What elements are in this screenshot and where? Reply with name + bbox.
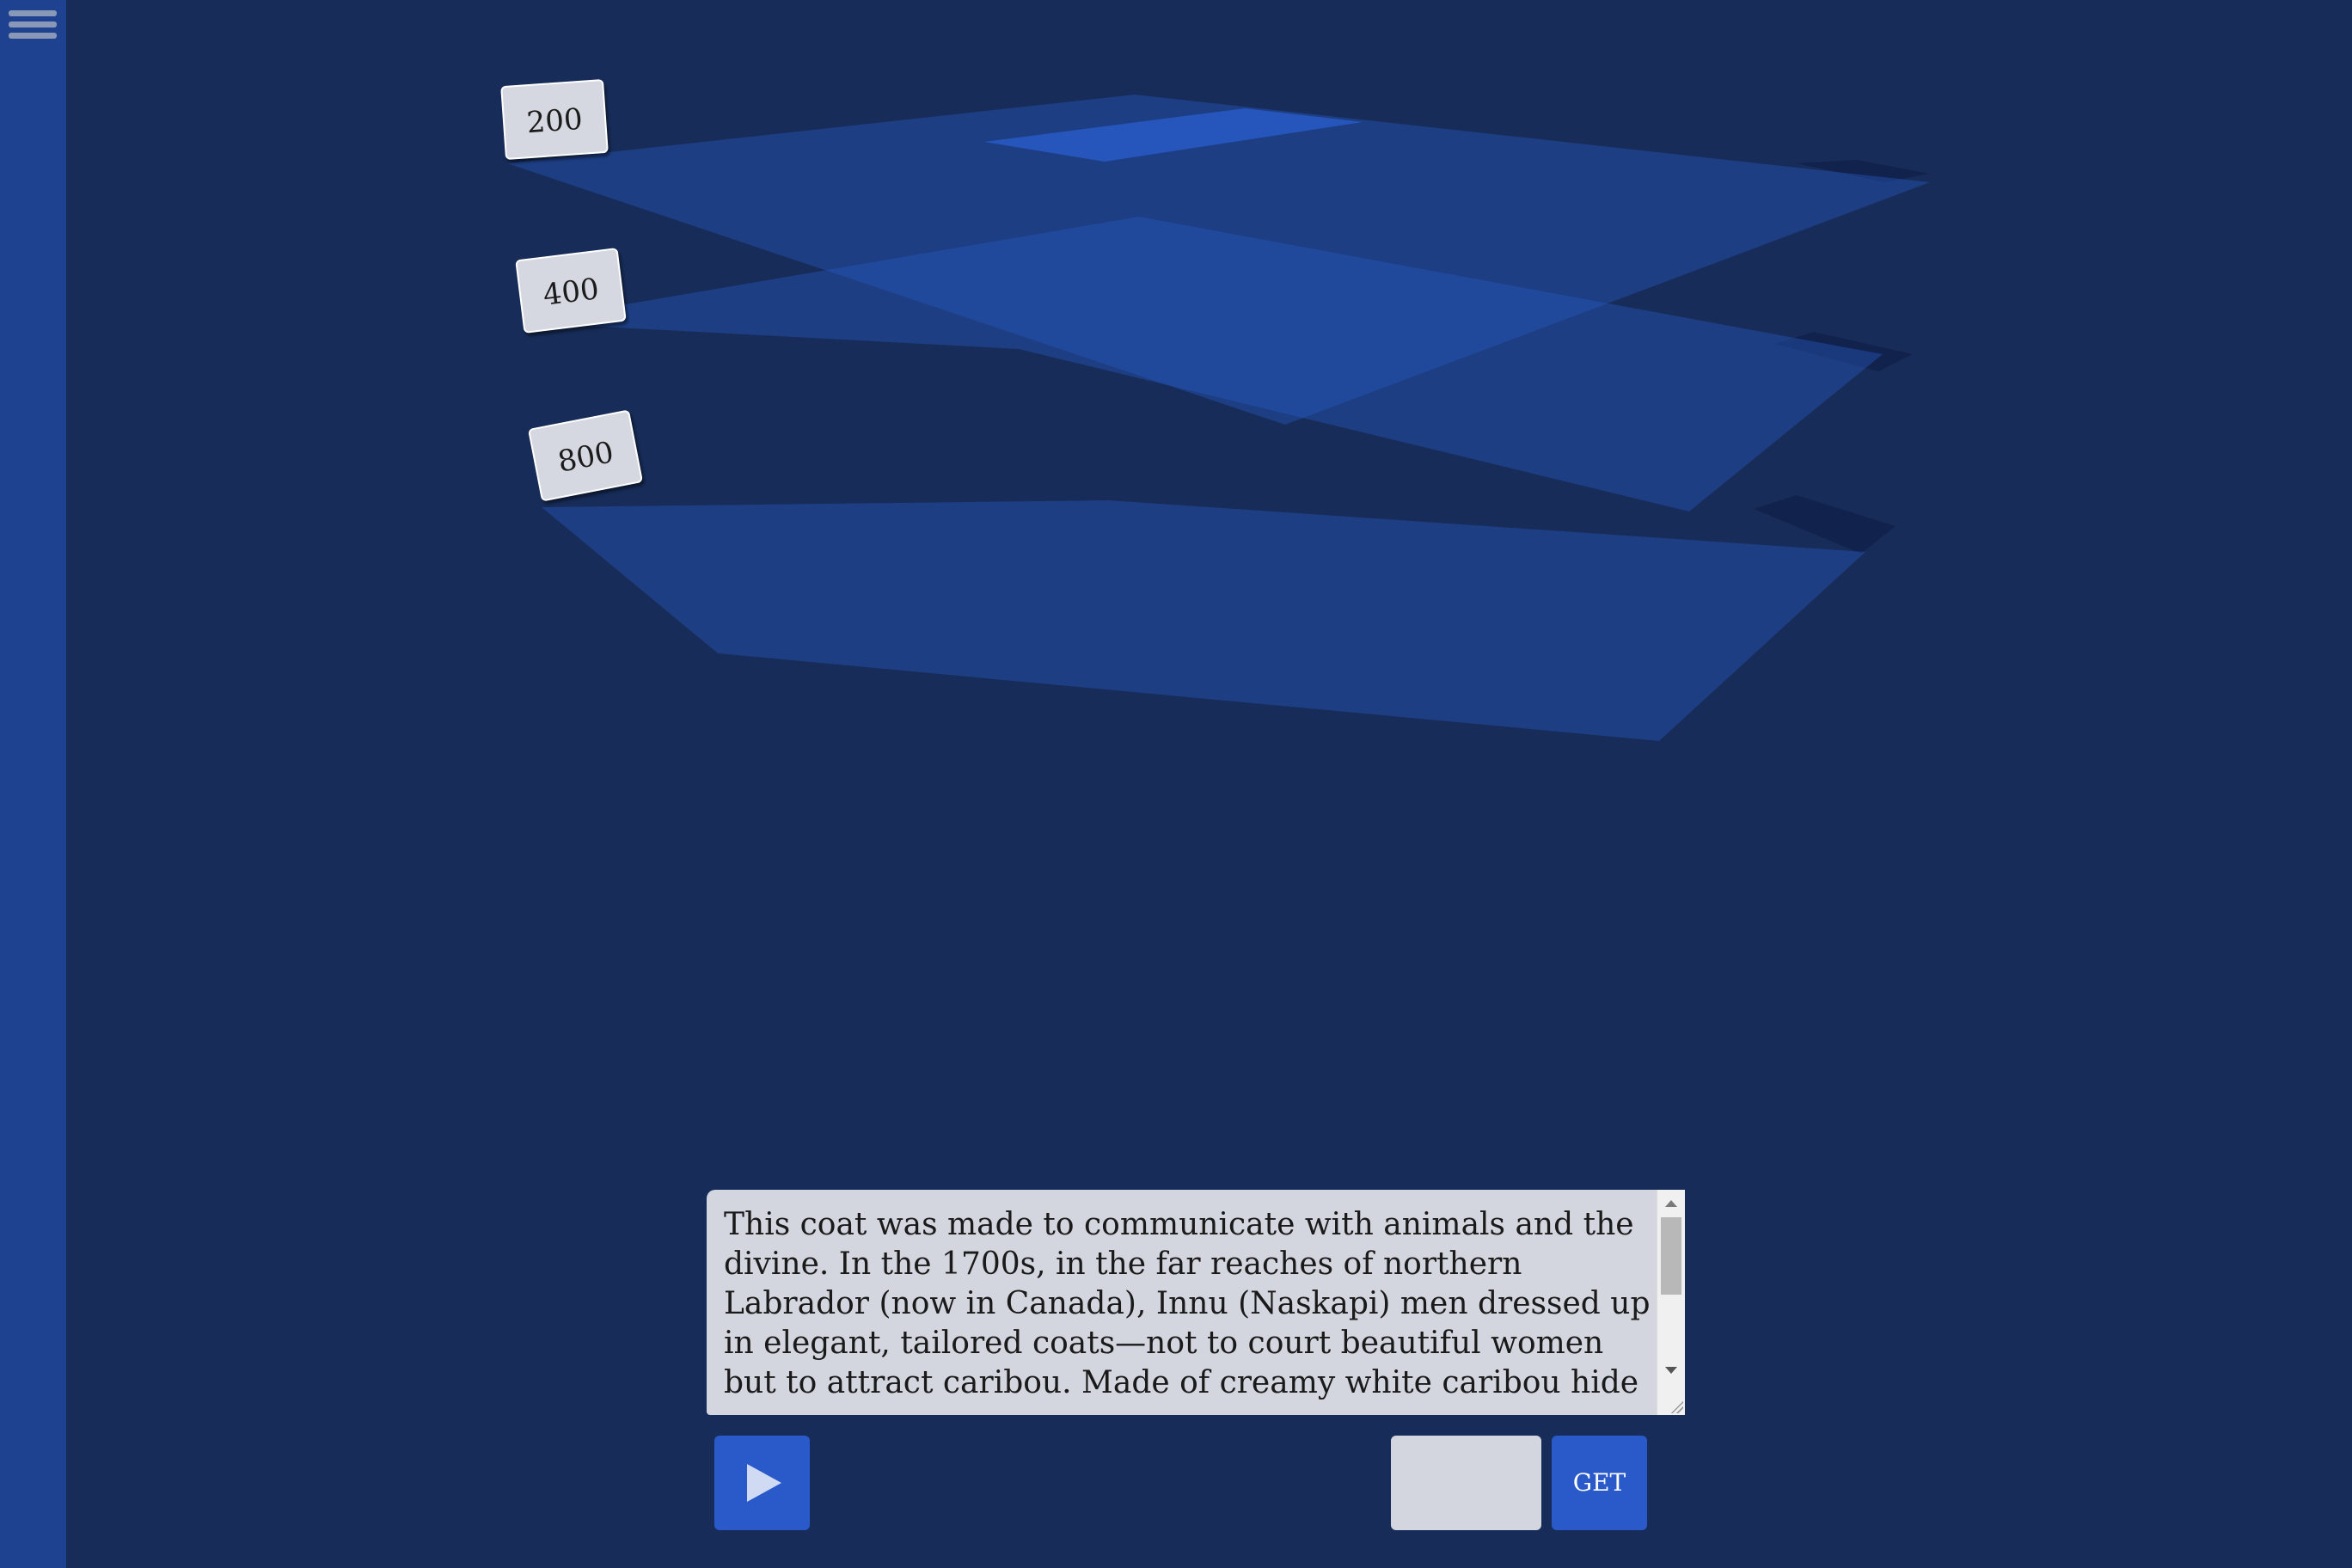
level-tag-400[interactable]: 400 [515,248,627,334]
play-button[interactable] [714,1436,810,1530]
scroll-up-arrow-icon[interactable] [1665,1200,1677,1207]
scroll-down-arrow-icon[interactable] [1665,1367,1677,1374]
scroll-thumb[interactable] [1661,1217,1681,1295]
level-tag-200[interactable]: 200 [500,78,609,161]
plane-shadow [1754,495,1896,554]
floor-planes-scene [507,95,1930,741]
code-input[interactable] [1391,1436,1541,1530]
get-button[interactable]: GET [1552,1436,1647,1530]
description-text: This coat was made to communicate with a… [724,1207,1651,1400]
play-icon [747,1464,781,1502]
description-scrollbar[interactable] [1657,1190,1685,1415]
resize-grip-icon[interactable] [1669,1400,1683,1413]
description-textarea[interactable]: This coat was made to communicate with a… [707,1190,1685,1415]
floor-plane-800 [542,500,1865,741]
